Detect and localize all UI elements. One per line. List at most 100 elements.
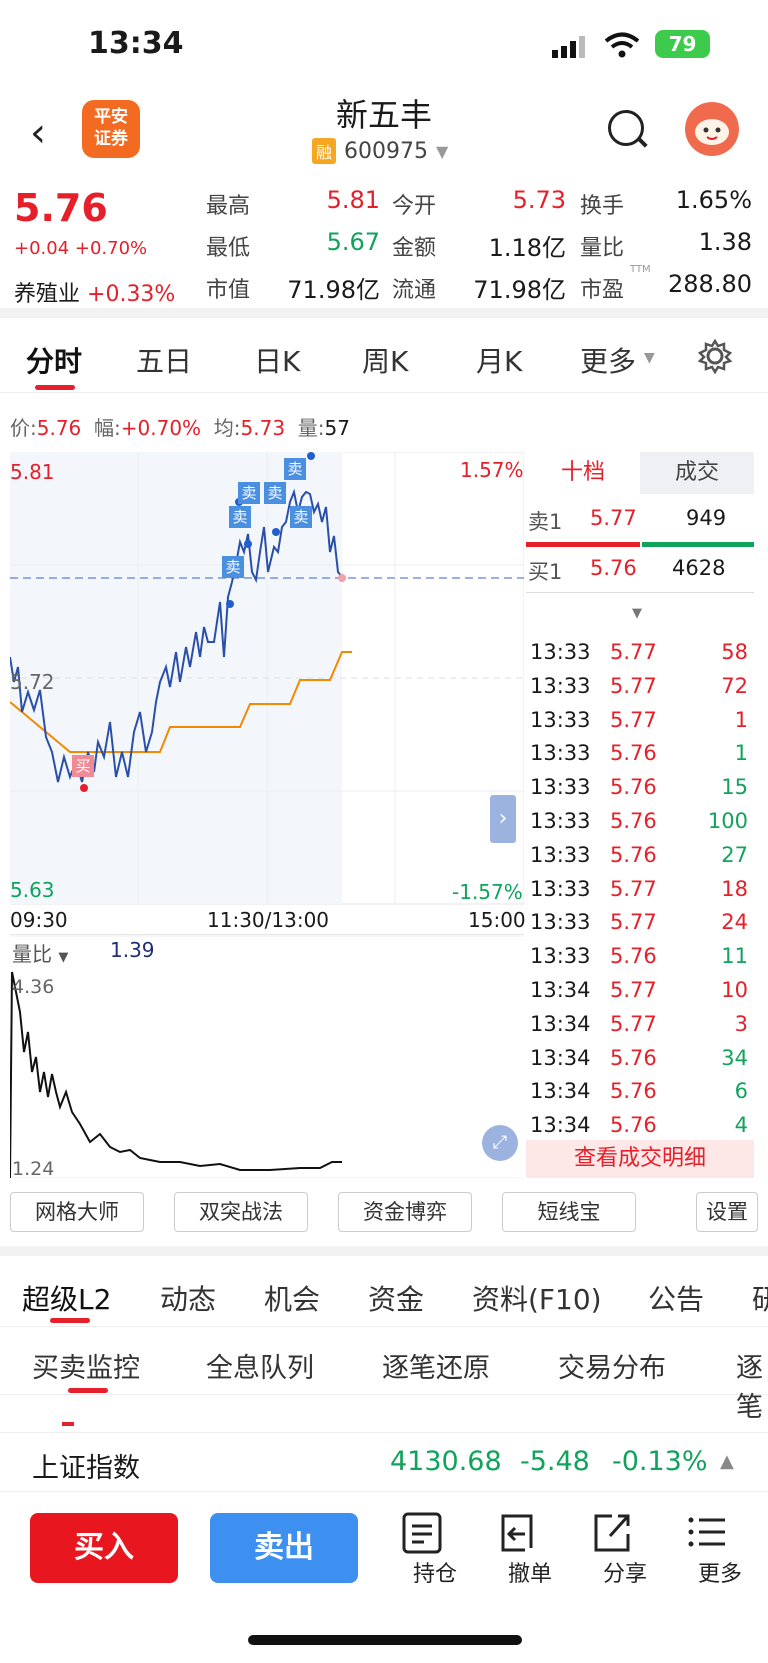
caret-down-icon: ▼ xyxy=(644,350,655,366)
amp-label: 幅: xyxy=(94,416,121,440)
cancel-order-button[interactable]: 撤单 xyxy=(495,1510,565,1588)
tick-price: 5.76 xyxy=(610,944,657,969)
section-tab[interactable]: 超级L2 xyxy=(22,1278,111,1318)
divider xyxy=(0,1246,768,1256)
tick-volume: 3 xyxy=(734,1011,748,1036)
view-trade-details-button[interactable]: 查看成交明细 xyxy=(526,1140,754,1178)
share-label: 分享 xyxy=(602,1562,647,1587)
sell-marker-dot xyxy=(226,600,234,608)
quote-field-value: 1.38 xyxy=(698,228,752,256)
battery-icon: 79 xyxy=(655,30,710,58)
tool-button[interactable]: 双突战法 xyxy=(174,1192,308,1232)
cancel-order-label: 撤单 xyxy=(507,1562,552,1587)
tool-button[interactable]: 网格大师 xyxy=(10,1192,144,1232)
tool-button[interactable]: 短线宝 xyxy=(502,1192,636,1232)
tick-volume: 27 xyxy=(721,842,748,867)
intraday-chart[interactable] xyxy=(10,452,524,1178)
quote-field-label: 最高 xyxy=(206,194,251,219)
fullscreen-icon[interactable]: ⤢ xyxy=(482,1125,518,1161)
quote-field-label: 换手 xyxy=(580,194,625,219)
active-tab-indicator xyxy=(50,1318,90,1323)
section-tab[interactable]: 资料(F10) xyxy=(472,1278,602,1318)
tick-time: 13:33 xyxy=(530,640,591,664)
sector-info[interactable]: 养殖业 +0.33% xyxy=(14,276,175,308)
quote-field-value: 71.98亿 xyxy=(287,276,380,304)
chart-tab[interactable]: 更多 xyxy=(580,340,636,380)
caret-down-icon: ▼ xyxy=(436,141,449,161)
tool-button[interactable]: 资金博弈 xyxy=(338,1192,472,1232)
chart-tab[interactable]: 日K xyxy=(254,340,300,380)
section-tab[interactable]: 机会 xyxy=(264,1278,320,1318)
tick-price: 5.77 xyxy=(610,673,657,698)
settings-icon[interactable] xyxy=(697,338,733,378)
tick-volume: 18 xyxy=(721,876,748,901)
sub-tab[interactable]: 全息队列 xyxy=(206,1346,314,1385)
pct-high-label: 1.57% xyxy=(460,458,524,482)
document-icon xyxy=(402,1512,442,1554)
stock-code-selector[interactable]: 融 600975 ▼ xyxy=(312,138,448,164)
sell-button[interactable]: 卖出 xyxy=(210,1513,358,1583)
tick-time: 13:33 xyxy=(530,707,591,732)
vol-indicator-value: 1.39 xyxy=(110,938,155,962)
price-infobar: 价:5.76 幅:+0.70% 均:5.73 量:57 xyxy=(10,412,350,441)
sell-marker: 卖 xyxy=(264,482,286,504)
assistant-avatar-icon[interactable] xyxy=(685,102,739,156)
sector-name: 养殖业 xyxy=(14,282,81,307)
quote-field-label: 市盈 xyxy=(580,278,625,303)
tick-volume: 4 xyxy=(734,1113,748,1138)
quote-field-value: 71.98亿 xyxy=(473,276,566,304)
wifi-icon xyxy=(604,32,640,62)
section-tab[interactable]: 动态 xyxy=(160,1278,216,1318)
tick-time: 13:33 xyxy=(530,842,591,867)
tab-ten-level[interactable]: 十档 xyxy=(526,452,640,494)
section-tab[interactable]: 研 xyxy=(752,1278,768,1318)
expand-arrow-icon[interactable]: › xyxy=(490,795,516,843)
tick-time: 13:33 xyxy=(530,809,591,833)
sell-marker: 卖 xyxy=(284,458,306,480)
caret-up-icon[interactable]: ▲ xyxy=(720,1451,734,1472)
tick-volume: 1 xyxy=(734,707,748,732)
volume-indicator-select[interactable]: 量比 ▼ xyxy=(12,938,68,967)
sell-marker: 卖 xyxy=(222,556,244,578)
index-name: 上证指数 xyxy=(32,1453,140,1484)
stock-name: 新五丰 xyxy=(335,96,432,134)
chart-tab[interactable]: 周K xyxy=(362,340,408,380)
buy-button[interactable]: 买入 xyxy=(30,1513,178,1583)
tick-time: 13:34 xyxy=(530,1079,591,1104)
index-pct: -0.13% xyxy=(612,1446,708,1477)
pct-low-label: -1.57% xyxy=(452,880,523,904)
tick-price: 5.76 xyxy=(610,1113,657,1138)
share-button[interactable]: 分享 xyxy=(590,1510,660,1588)
chart-tab[interactable]: 分时 xyxy=(26,340,82,380)
sub-tab[interactable]: 逐笔 xyxy=(736,1346,768,1424)
more-button[interactable]: 更多 xyxy=(685,1510,755,1588)
tick-time: 13:33 xyxy=(530,910,591,935)
tool-button[interactable]: 设置 xyxy=(696,1192,758,1232)
avg-value: 5.73 xyxy=(240,416,286,440)
section-tab[interactable]: 公告 xyxy=(648,1278,704,1318)
section-tab[interactable]: 资金 xyxy=(368,1278,424,1318)
caret-down-icon[interactable]: ▼ xyxy=(632,606,642,621)
index-change: -5.48 xyxy=(520,1446,590,1477)
stock-code: 600975 xyxy=(344,138,428,164)
chart-tab[interactable]: 五日 xyxy=(136,340,192,380)
search-icon-handle xyxy=(636,136,648,148)
x-end-label: 15:00 xyxy=(468,908,526,932)
sell-marker-dot xyxy=(272,528,280,536)
sub-tab[interactable]: 交易分布 xyxy=(558,1346,666,1385)
tab-trades[interactable]: 成交 xyxy=(640,452,754,494)
y-high-label: 5.81 xyxy=(10,460,55,484)
home-indicator[interactable] xyxy=(248,1635,522,1645)
positions-button[interactable]: 持仓 xyxy=(400,1510,470,1588)
more-label: 更多 xyxy=(697,1562,742,1587)
index-ticker[interactable]: 上证指数 4130.68 -5.48 -0.13% ▲ xyxy=(0,1432,768,1492)
menu-icon xyxy=(688,1517,725,1547)
quote-field-label: 金额 xyxy=(392,236,437,261)
x-mid-label: 11:30/13:00 xyxy=(207,908,330,932)
sell1-volume: 949 xyxy=(686,506,727,530)
sub-tab[interactable]: 买卖监控 xyxy=(32,1346,140,1385)
chart-tab[interactable]: 月K xyxy=(476,340,522,380)
caret-down-icon: ▼ xyxy=(58,950,69,965)
tick-volume: 58 xyxy=(721,640,748,664)
sub-tab[interactable]: 逐笔还原 xyxy=(382,1346,490,1385)
